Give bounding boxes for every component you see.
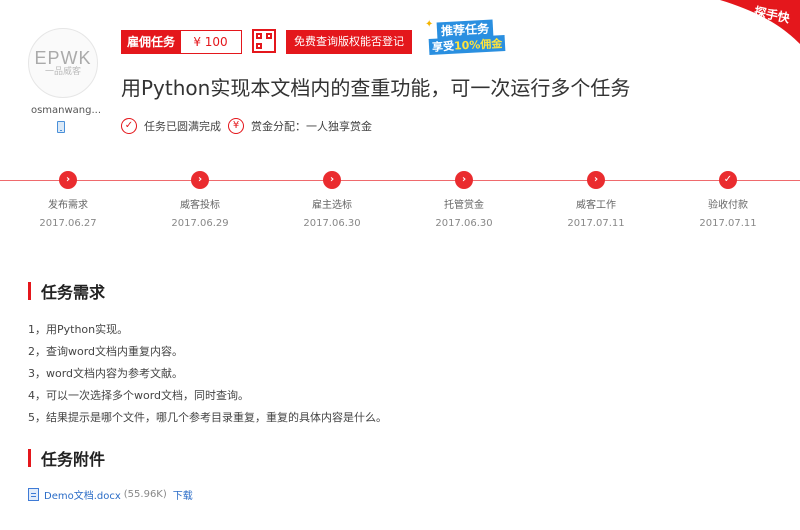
chevron-right-icon: › [59, 171, 77, 189]
attachment-file-link[interactable]: Demo文档.docx [44, 487, 121, 502]
heading-accent-bar [28, 449, 31, 467]
list-item: 5，结果提示是哪个文件，哪几个参考目录重复，重复的具体内容是什么。 [28, 411, 387, 424]
avatar[interactable]: EPWK 一品威客 [28, 28, 98, 98]
promo-banner[interactable]: ✦ 推荐任务 享受10%佣金 [425, 19, 519, 55]
qr-code-icon[interactable] [252, 29, 276, 53]
timeline-step-date: 2017.07.11 [699, 218, 757, 229]
timeline-step-label: 发布需求 [48, 200, 88, 211]
chevron-right-icon: › [587, 171, 605, 189]
list-item: 2，查询word文档内重复内容。 [28, 345, 184, 358]
timeline-step: › 威客投标 2017.06.29 [150, 171, 250, 229]
page-title: 用Python实现本文档内的查重功能，可一次运行多个任务 [121, 76, 631, 100]
status-text: 任务已圆满完成 [144, 120, 221, 133]
requirements-list: 1，用Python实现。 2，查询word文档内重复内容。 3，word文档内容… [28, 322, 387, 432]
timeline-step-date: 2017.06.30 [303, 218, 361, 229]
timeline-step-label: 验收付款 [708, 200, 748, 211]
timeline-step-label: 托管赏金 [444, 200, 484, 211]
yen-circle-icon: ¥ [228, 118, 244, 134]
free-copyright-query-button[interactable]: 免费查询版权能否登记 [286, 30, 412, 54]
timeline-step-label: 威客投标 [180, 200, 220, 211]
epwk-logo: EPWK [34, 47, 92, 68]
check-icon: ✓ [719, 171, 737, 189]
timeline-step: › 威客工作 2017.07.11 [546, 171, 646, 229]
timeline-step: › 托管赏金 2017.06.30 [414, 171, 514, 229]
attachment-item: Demo文档.docx (55.96K) 下载 [28, 487, 193, 502]
promo-line2: 享受10%佣金 [428, 35, 506, 55]
timeline-step-date: 2017.07.11 [567, 218, 625, 229]
timeline-step: ✓ 验收付款 2017.07.11 [678, 171, 778, 229]
phone-verified-icon [57, 121, 65, 133]
timeline-step-date: 2017.06.29 [171, 218, 229, 229]
task-type-badge: 雇佣任务 [121, 30, 182, 54]
requirements-heading-text: 任务需求 [41, 283, 106, 302]
timeline-step: › 雇主选标 2017.06.30 [282, 171, 382, 229]
sparkle-icon: ✦ [425, 19, 434, 30]
list-item: 4，可以一次选择多个word文档，同时查询。 [28, 389, 250, 402]
epwk-logo-sub: 一品威客 [44, 66, 81, 77]
list-item: 1，用Python实现。 [28, 323, 129, 336]
chevron-right-icon: › [191, 171, 209, 189]
requirements-heading: 任务需求 [28, 279, 105, 303]
attachment-file-size: (55.96K) [123, 489, 167, 500]
timeline-step: › 发布需求 2017.06.27 [18, 171, 118, 229]
chevron-right-icon: › [455, 171, 473, 189]
completion-status: ✓ 任务已圆满完成 [121, 118, 221, 134]
timeline-step-label: 威客工作 [576, 200, 616, 211]
check-circle-icon: ✓ [121, 118, 137, 134]
heading-accent-bar [28, 282, 31, 300]
task-price: ¥ 100 [179, 30, 242, 54]
download-link[interactable]: 下载 [173, 487, 193, 502]
reward-text: 赏金分配：一人独享赏金 [251, 120, 372, 133]
timeline-step-date: 2017.06.30 [435, 218, 493, 229]
list-item: 3，word文档内容为参考文献。 [28, 367, 184, 380]
chevron-right-icon: › [323, 171, 341, 189]
attachments-heading-text: 任务附件 [41, 450, 106, 469]
word-file-icon [28, 488, 39, 501]
timeline-step-date: 2017.06.27 [39, 218, 97, 229]
username[interactable]: osmanwang... [30, 105, 102, 116]
reward-distribution: ¥ 赏金分配：一人独享赏金 [228, 118, 372, 134]
timeline-step-label: 雇主选标 [312, 200, 352, 211]
attachments-heading: 任务附件 [28, 446, 105, 470]
